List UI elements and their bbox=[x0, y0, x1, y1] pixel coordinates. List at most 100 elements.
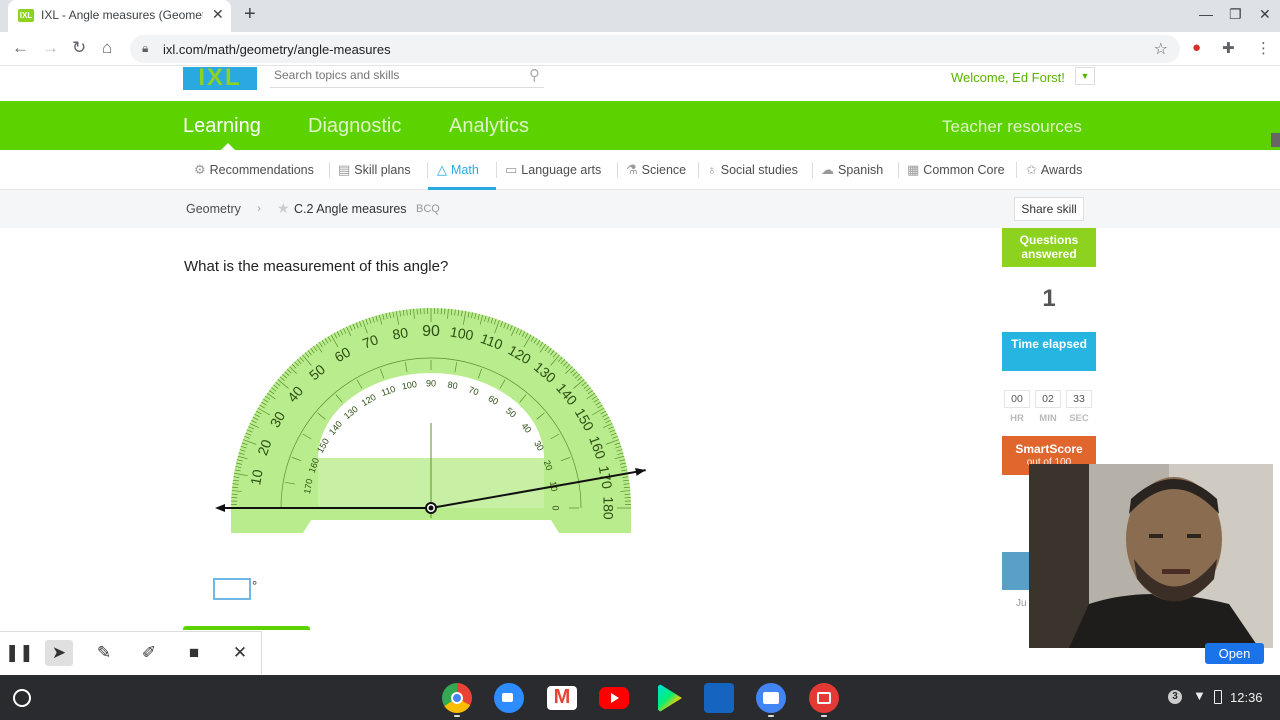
tab-spanish[interactable]: ☁ Spanish bbox=[821, 162, 883, 178]
tab-close-icon[interactable]: ✕ bbox=[212, 6, 224, 23]
reload-icon[interactable]: ↻ bbox=[72, 38, 86, 58]
tab-label: Spanish bbox=[838, 163, 884, 177]
camera-icon[interactable]: ■ bbox=[180, 640, 208, 666]
browser-tab-bar: IXL IXL - Angle measures (Geometry ✕ + —… bbox=[0, 0, 1280, 32]
tab-science[interactable]: ⚗ Science bbox=[626, 162, 686, 178]
search-input[interactable] bbox=[274, 68, 514, 82]
restore-icon[interactable]: ❐ bbox=[1229, 6, 1242, 23]
recommendations-icon: ⚙ bbox=[194, 162, 206, 177]
question-prompt: What is the measurement of this angle? bbox=[184, 258, 449, 275]
skill-plans-icon: ▤ bbox=[338, 162, 351, 177]
favorite-star-icon[interactable]: ★ bbox=[277, 200, 290, 217]
home-icon[interactable]: ⌂ bbox=[102, 38, 112, 58]
tab-label: Common Core bbox=[923, 163, 1005, 177]
youtube-app-icon[interactable] bbox=[599, 687, 629, 709]
notification-count[interactable]: 3 bbox=[1168, 690, 1182, 704]
breadcrumb-subject[interactable]: Geometry bbox=[186, 202, 241, 216]
side-partial-text: Ju bbox=[1016, 598, 1027, 609]
tab-title: IXL - Angle measures (Geometry bbox=[41, 8, 203, 22]
folder-shape bbox=[763, 692, 779, 704]
questions-answered-header: Questions answered bbox=[1002, 228, 1096, 267]
screencast-app-icon[interactable] bbox=[809, 683, 839, 713]
tab-common-core[interactable]: ▦ Common Core bbox=[907, 162, 1005, 178]
files-app-icon[interactable] bbox=[756, 683, 786, 713]
highlighter-icon[interactable]: ✐ bbox=[135, 640, 163, 666]
gmail-m: M bbox=[553, 686, 571, 708]
tab-recommendations[interactable]: ⚙ Recommendations bbox=[194, 162, 314, 178]
browser-tab[interactable]: IXL IXL - Angle measures (Geometry ✕ bbox=[8, 0, 231, 32]
divider bbox=[898, 162, 899, 178]
answer-input[interactable] bbox=[213, 578, 251, 600]
tab-label: Science bbox=[641, 163, 687, 177]
nav-teacher-resources[interactable]: Teacher resources bbox=[942, 117, 1082, 137]
tab-social-studies[interactable]: ♁ Social studies bbox=[707, 162, 798, 177]
tab-label: Awards bbox=[1040, 163, 1083, 177]
divider bbox=[427, 162, 428, 178]
back-icon[interactable]: ← bbox=[12, 38, 29, 58]
chrome-app-icon[interactable] bbox=[442, 683, 472, 713]
forward-icon[interactable]: → bbox=[42, 38, 59, 58]
questions-answered-count: 1 bbox=[1042, 285, 1056, 312]
clock[interactable]: 12:36 bbox=[1230, 690, 1263, 705]
social-studies-icon: ♁ bbox=[707, 162, 717, 177]
search-icon[interactable]: ⚲ bbox=[529, 66, 540, 84]
minimize-icon[interactable]: — bbox=[1199, 6, 1213, 22]
inner-scale-label: 90 bbox=[426, 378, 436, 388]
account-dropdown-icon[interactable]: ▼ bbox=[1075, 67, 1095, 85]
extensions-puzzle-icon[interactable]: ✚ bbox=[1222, 39, 1235, 57]
nav-analytics[interactable]: Analytics bbox=[449, 115, 529, 138]
ixl-logo[interactable]: IXL bbox=[183, 64, 257, 91]
min-label: MIN bbox=[1039, 413, 1057, 424]
epson-app-icon[interactable] bbox=[704, 683, 734, 713]
close-toolbar-icon[interactable]: ✕ bbox=[226, 640, 254, 666]
lock-icon: 🔒︎ bbox=[142, 41, 149, 55]
nav-learning[interactable]: Learning bbox=[183, 115, 261, 138]
launcher-icon[interactable] bbox=[13, 689, 31, 707]
inner-scale-label: 0 bbox=[551, 505, 561, 510]
subject-nav: ⚙ Recommendations ▤ Skill plans △ Math ▭ Lan… bbox=[0, 150, 1280, 190]
bookmark-star-icon[interactable]: ☆ bbox=[1154, 39, 1168, 59]
side-panel-partial bbox=[1002, 552, 1030, 590]
angle-vertex-dot bbox=[428, 505, 434, 511]
open-button[interactable]: Open bbox=[1205, 643, 1264, 664]
pen-icon[interactable]: ✎ bbox=[90, 640, 118, 666]
running-indicator bbox=[821, 715, 827, 717]
common-core-icon: ▦ bbox=[907, 162, 920, 177]
science-icon: ⚗ bbox=[626, 162, 638, 177]
battery-icon[interactable] bbox=[1214, 690, 1222, 704]
gmail-app-icon[interactable]: M bbox=[547, 686, 577, 710]
running-indicator bbox=[454, 715, 460, 717]
timer-hours: 00 bbox=[1004, 390, 1030, 408]
outer-scale-label: 10 bbox=[247, 468, 265, 486]
zoom-app-icon[interactable] bbox=[494, 683, 524, 713]
ixl-favicon-icon: IXL bbox=[18, 9, 34, 22]
inner-scale-label: 80 bbox=[447, 379, 459, 391]
tab-label: Language arts bbox=[521, 163, 602, 177]
timer-minutes: 02 bbox=[1035, 390, 1061, 408]
webcam-overlay[interactable] bbox=[1029, 464, 1273, 648]
share-skill-button[interactable]: Share skill bbox=[1014, 197, 1084, 221]
hr-label: HR bbox=[1010, 413, 1024, 424]
window-close-icon[interactable]: ✕ bbox=[1259, 6, 1271, 23]
scrollbar[interactable] bbox=[1271, 133, 1280, 147]
nav-diagnostic[interactable]: Diagnostic bbox=[308, 115, 401, 138]
os-shelf bbox=[0, 675, 1280, 720]
chrome-menu-icon[interactable]: ⋮ bbox=[1256, 39, 1271, 57]
tab-math[interactable]: △ Math bbox=[437, 162, 479, 178]
wifi-icon[interactable]: ▼ bbox=[1193, 688, 1206, 703]
pointer-icon[interactable]: ➤ bbox=[45, 640, 73, 666]
tab-awards[interactable]: ✩ Awards bbox=[1026, 162, 1082, 178]
new-tab-icon[interactable]: + bbox=[244, 3, 256, 26]
language-arts-icon: ▭ bbox=[505, 162, 518, 177]
pause-icon[interactable]: ❚❚ bbox=[5, 640, 34, 666]
tab-language-arts[interactable]: ▭ Language arts bbox=[505, 162, 601, 178]
skill-code: BCQ bbox=[416, 203, 440, 215]
welcome-text[interactable]: Welcome, Ed Forst! bbox=[951, 70, 1065, 85]
extension-record-icon[interactable]: ● bbox=[1192, 39, 1201, 56]
active-nav-caret bbox=[221, 143, 235, 150]
submit-button[interactable] bbox=[183, 626, 310, 630]
tab-skill-plans[interactable]: ▤ Skill plans bbox=[338, 162, 411, 178]
running-indicator bbox=[768, 715, 774, 717]
divider bbox=[617, 162, 618, 178]
address-bar[interactable]: 🔒︎ ixl.com/math/geometry/angle-measures … bbox=[130, 35, 1180, 63]
